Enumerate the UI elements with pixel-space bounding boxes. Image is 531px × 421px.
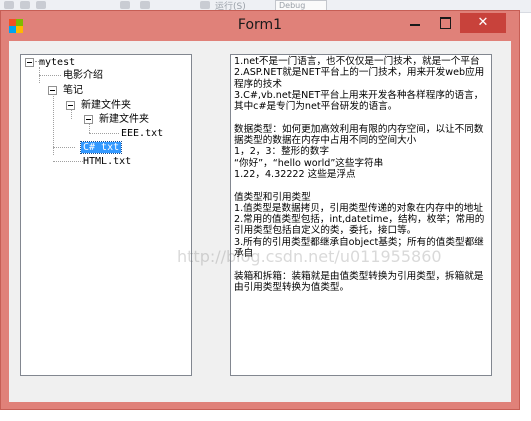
collapse-toggle-icon[interactable]: [66, 101, 75, 110]
tree-node-intro[interactable]: 电影介绍: [63, 69, 103, 82]
content-textbox[interactable]: 1.net不是一门语言，也不仅仅是一门技术，就是一个平台 2.ASP.NET就是…: [230, 54, 492, 376]
text-line: “你好”，“hello world”这些字符串: [234, 157, 384, 169]
text-line: 数据类型：如何更加高效利用有限的内存空间，以让不同数据类型的数据在内存中占用不同…: [234, 123, 484, 147]
tree-node-label: HTML.txt: [83, 156, 132, 167]
tree-node-label: 电影介绍: [63, 70, 103, 81]
text-line: 1，2，3：整形的数字: [234, 146, 330, 158]
title-bar[interactable]: Form1 ✕: [1, 11, 519, 41]
form-client-area: mytest 电影介绍 笔记 新建文件夹 新建文件夹 EEE.txt C# tx…: [9, 41, 511, 402]
text-line: 装箱和拆箱：装箱就是由值类型转换为引用类型，拆箱就是由引用类型转换为值类型。: [234, 270, 484, 293]
minimize-button[interactable]: [401, 13, 429, 33]
toolbar-icon: [36, 1, 46, 9]
toolbar-icon: [120, 1, 130, 9]
text-line: 2.常用的值类型包括，int,datetime，结构，枚举；常用的引用类型包括自…: [234, 214, 485, 237]
tree-node-label-selected: C# txt: [79, 141, 123, 154]
maximize-icon: [440, 17, 451, 29]
start-icon: [200, 1, 210, 9]
text-line: 1.net不是一门语言，也不仅仅是一门技术，就是一个平台: [234, 56, 480, 67]
text-line: 值类型和引用类型: [234, 191, 311, 203]
tree-node-eee[interactable]: EEE.txt: [121, 127, 163, 140]
toolbar-icon: [20, 1, 30, 9]
form-window: Form1 ✕ mytest 电影介绍 笔记 新建文件夹 新建文件夹 EEE.t…: [0, 10, 520, 410]
toolbar-icon: [4, 1, 14, 9]
tree-node-label: EEE.txt: [121, 128, 164, 139]
collapse-toggle-icon[interactable]: [25, 58, 34, 67]
text-line: 2.ASP.NET就是NET平台上的一门技术，用来开发web应用程序的技术: [234, 67, 485, 90]
close-icon: ✕: [477, 15, 489, 30]
tree-node-label: 新建文件夹: [81, 100, 131, 111]
collapse-toggle-icon[interactable]: [48, 86, 57, 95]
tree-node-label: 笔记: [63, 85, 83, 96]
watermark: http://blog.csdn.net/u011955860: [177, 247, 442, 266]
text-line: 1.值类型是数据拷贝，引用类型传递的对象在内存中的地址: [234, 202, 483, 214]
minimize-icon: [410, 24, 420, 26]
toolbar-icon: [140, 1, 150, 9]
tree-node-html[interactable]: HTML.txt: [83, 155, 131, 168]
maximize-button[interactable]: [432, 13, 458, 33]
tree-view[interactable]: mytest 电影介绍 笔记 新建文件夹 新建文件夹 EEE.txt C# tx…: [20, 54, 192, 376]
tree-node-csharp[interactable]: C# txt: [79, 141, 123, 154]
collapse-toggle-icon[interactable]: [84, 115, 93, 124]
close-button[interactable]: ✕: [460, 13, 506, 33]
text-line: 1.22，4.32222 这些是浮点: [234, 168, 356, 180]
tree-node-label: 新建文件夹: [99, 114, 149, 125]
tree-node-label: mytest: [39, 57, 76, 68]
text-line: 3.C#,vb.net是NET平台上用来开发各种各样程序的语言，其中c#是专门为…: [234, 89, 484, 113]
